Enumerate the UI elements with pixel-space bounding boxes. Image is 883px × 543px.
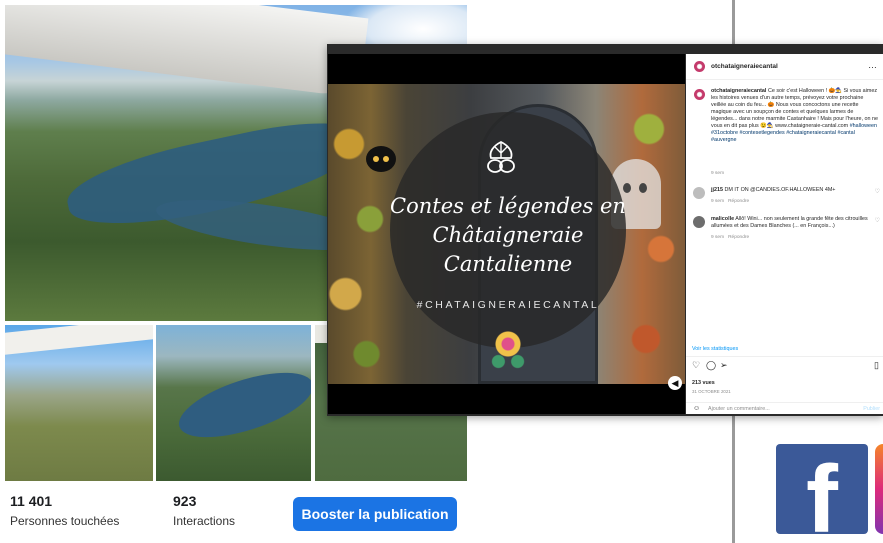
post-photo-thumb[interactable] <box>5 325 153 481</box>
screenshot-stage: 11 401 Personnes touchées 923 Interactio… <box>0 0 883 543</box>
facebook-letter: f <box>806 446 838 535</box>
avatar[interactable] <box>693 216 705 228</box>
caption-time: 9 sem <box>711 171 725 176</box>
comment-body: Allô! Wini... non seulement la grande fê… <box>711 216 868 229</box>
reach-label: Personnes touchées <box>10 514 120 528</box>
instagram-post-window: Contes et légendes en Châtaigneraie Cant… <box>327 44 883 416</box>
add-comment-bar: ☺ Ajouter un commentaire... Publier <box>686 402 883 414</box>
autumn-leaves <box>328 84 398 384</box>
comment-time: 9 sem <box>711 199 725 204</box>
reach-value: 11 401 <box>10 493 53 509</box>
comment-meta: 9 sem Répondre <box>711 235 749 240</box>
header-username[interactable]: otchataigneraiecantal <box>711 63 778 70</box>
caption-author[interactable]: otchataigneraiecantal <box>711 88 766 94</box>
like-comment-icon[interactable]: ♡ <box>875 217 880 224</box>
spider-icon <box>366 146 396 172</box>
chevron-left-icon[interactable]: ◀ <box>668 376 682 390</box>
emoji-icon[interactable]: ☺ <box>693 405 700 412</box>
interactions-stat[interactable]: 923 Interactions <box>173 493 235 528</box>
interactions-label: Interactions <box>173 514 236 528</box>
avatar[interactable] <box>693 187 705 199</box>
avatar[interactable] <box>694 61 705 72</box>
reply-link[interactable]: Répondre <box>728 235 749 240</box>
comment-author[interactable]: malicolle <box>711 216 734 222</box>
reach-stat[interactable]: 11 401 Personnes touchées <box>10 493 119 528</box>
photo-lake <box>171 359 311 451</box>
instagram-side-panel: otchataigneraiecantal … otchataigneraiec… <box>686 54 883 414</box>
comment-icon[interactable]: ◯ <box>706 360 716 371</box>
comment-text: jj215 DM IT ON @CANDIES.OF.HALLOWEEN 4M+ <box>711 187 871 194</box>
flower-icon <box>484 324 532 374</box>
comment-body: DM IT ON @CANDIES.OF.HALLOWEEN 4M+ <box>724 187 836 193</box>
airplane-wing <box>5 5 369 98</box>
instagram-post-image[interactable]: Contes et légendes en Châtaigneraie Cant… <box>328 84 685 384</box>
comment-author[interactable]: jj215 <box>711 187 723 193</box>
instagram-logo <box>875 444 883 534</box>
bookmark-icon[interactable]: ▯ <box>874 360 879 371</box>
post-date: 31 OCTOBRE 2021 <box>692 389 731 394</box>
view-stats-link[interactable]: Voir les statistiques <box>692 346 738 352</box>
instagram-header: otchataigneraiecantal … <box>686 54 883 80</box>
image-title: Contes et légendes en Châtaigneraie Cant… <box>390 194 626 276</box>
views-count: 213 vues <box>692 380 715 386</box>
autumn-leaves <box>625 84 685 384</box>
action-bar: ♡ ◯ ➢ ▯ <box>686 356 883 372</box>
reply-link[interactable]: Répondre <box>728 199 749 204</box>
share-icon[interactable]: ➢ <box>720 360 728 371</box>
comment-time: 9 sem <box>711 235 725 240</box>
post-caption: otchataigneraiecantal Ce soir c'est Hall… <box>711 88 879 144</box>
facebook-logo: f <box>776 444 868 534</box>
comment-meta: 9 sem Répondre <box>711 199 749 204</box>
post-photo-thumb[interactable] <box>156 325 311 481</box>
interactions-value: 923 <box>173 493 197 509</box>
chestnut-icon <box>487 140 515 173</box>
boost-post-button[interactable]: Booster la publication <box>293 497 457 531</box>
airplane-wing <box>5 325 153 355</box>
publish-button[interactable]: Publier <box>863 406 880 412</box>
comment-text: malicolle Allô! Wini... non seulement la… <box>711 216 871 230</box>
more-options-icon[interactable]: … <box>868 60 877 70</box>
heart-icon[interactable]: ♡ <box>692 360 700 371</box>
like-comment-icon[interactable]: ♡ <box>875 188 880 195</box>
instagram-media: Contes et légendes en Châtaigneraie Cant… <box>328 54 685 414</box>
avatar[interactable] <box>694 89 705 100</box>
image-hashtag: #CHATAIGNERAIECANTAL <box>416 299 600 311</box>
comment-input[interactable]: Ajouter un commentaire... <box>708 406 770 412</box>
